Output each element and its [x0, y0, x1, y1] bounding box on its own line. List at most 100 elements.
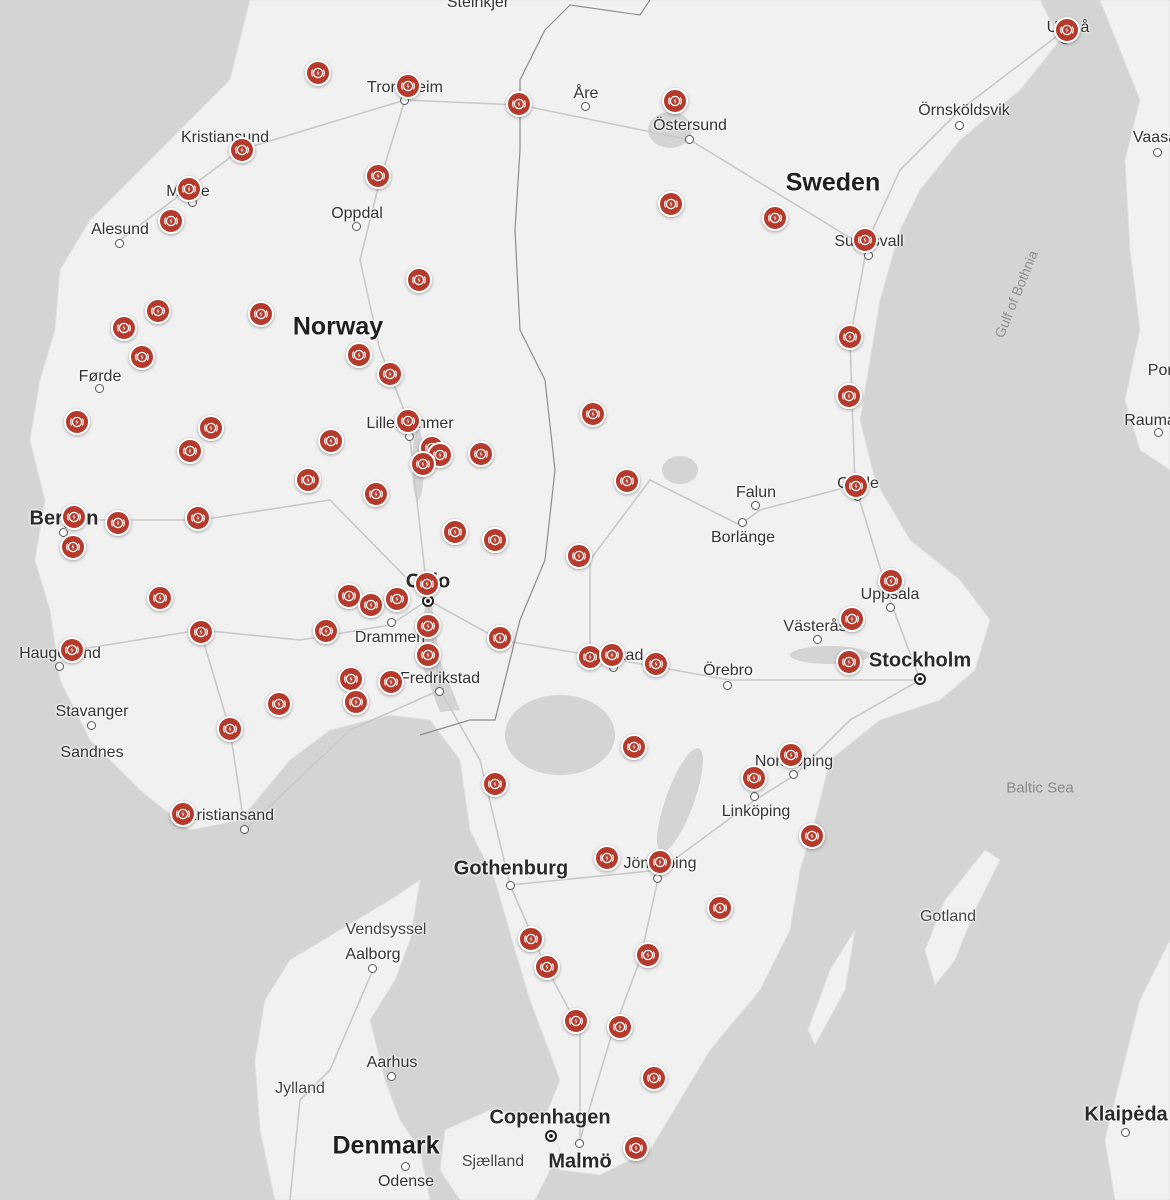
- charger-marker[interactable]: [641, 1065, 667, 1091]
- charger-marker[interactable]: [305, 60, 331, 86]
- charger-marker[interactable]: [643, 651, 669, 677]
- charger-marker[interactable]: [358, 592, 384, 618]
- charger-marker[interactable]: [852, 227, 878, 253]
- charger-marker[interactable]: [621, 734, 647, 760]
- charger-marker[interactable]: [415, 613, 441, 639]
- charger-marker[interactable]: [363, 481, 389, 507]
- city-dot-odense: [401, 1162, 410, 1171]
- city-dot-borlange: [738, 518, 747, 527]
- supercharger-icon: [252, 305, 270, 323]
- charger-marker[interactable]: [647, 849, 673, 875]
- supercharger-icon: [63, 641, 81, 659]
- charger-marker[interactable]: [580, 401, 606, 427]
- charger-marker[interactable]: [741, 765, 767, 791]
- charger-marker[interactable]: [176, 176, 202, 202]
- charger-marker[interactable]: [365, 163, 391, 189]
- charger-marker[interactable]: [188, 619, 214, 645]
- charger-marker[interactable]: [229, 137, 255, 163]
- charger-marker[interactable]: [395, 408, 421, 434]
- charger-marker[interactable]: [534, 954, 560, 980]
- map-view[interactable]: SteinkjerTrondheimÅreÖstersundUmeåÖrnskö…: [0, 0, 1170, 1200]
- charger-marker[interactable]: [1054, 17, 1080, 43]
- charger-marker[interactable]: [60, 534, 86, 560]
- charger-marker[interactable]: [614, 468, 640, 494]
- charger-marker[interactable]: [778, 742, 804, 768]
- charger-marker[interactable]: [442, 519, 468, 545]
- charger-marker[interactable]: [406, 267, 432, 293]
- charger-marker[interactable]: [338, 666, 364, 692]
- charger-marker[interactable]: [843, 473, 869, 499]
- city-dot-haugesund: [55, 662, 64, 671]
- charger-marker[interactable]: [129, 344, 155, 370]
- charger-marker[interactable]: [295, 467, 321, 493]
- charger-marker[interactable]: [248, 301, 274, 327]
- charger-marker[interactable]: [635, 942, 661, 968]
- charger-marker[interactable]: [147, 585, 173, 611]
- charger-marker[interactable]: [378, 669, 404, 695]
- charger-marker[interactable]: [482, 527, 508, 553]
- charger-marker[interactable]: [482, 771, 508, 797]
- supercharger-icon: [782, 746, 800, 764]
- supercharger-icon: [584, 405, 602, 423]
- city-dot-klaipeda: [1121, 1128, 1130, 1137]
- charger-marker[interactable]: [506, 91, 532, 117]
- supercharger-icon: [522, 930, 540, 948]
- charger-marker[interactable]: [563, 1008, 589, 1034]
- supercharger-icon: [486, 775, 504, 793]
- charger-marker[interactable]: [410, 451, 436, 477]
- charger-marker[interactable]: [799, 823, 825, 849]
- charger-marker[interactable]: [346, 342, 372, 368]
- charger-marker[interactable]: [105, 510, 131, 536]
- charger-marker[interactable]: [64, 409, 90, 435]
- charger-marker[interactable]: [837, 324, 863, 350]
- supercharger-icon: [567, 1012, 585, 1030]
- charger-marker[interactable]: [414, 571, 440, 597]
- charger-marker[interactable]: [318, 428, 344, 454]
- charger-marker[interactable]: [59, 637, 85, 663]
- charger-marker[interactable]: [707, 895, 733, 921]
- charger-marker[interactable]: [415, 642, 441, 668]
- city-dot-copenhagen: [545, 1130, 557, 1142]
- charger-marker[interactable]: [658, 191, 684, 217]
- charger-marker[interactable]: [185, 505, 211, 531]
- supercharger-icon: [162, 212, 180, 230]
- city-dot-vaasa: [1153, 148, 1162, 157]
- supercharger-icon: [645, 1069, 663, 1087]
- charger-marker[interactable]: [198, 415, 224, 441]
- charger-marker[interactable]: [217, 716, 243, 742]
- charger-marker[interactable]: [145, 298, 171, 324]
- charger-marker[interactable]: [313, 618, 339, 644]
- city-dot-uppsala: [886, 603, 895, 612]
- charger-marker[interactable]: [594, 845, 620, 871]
- charger-marker[interactable]: [395, 73, 421, 99]
- supercharger-icon: [362, 596, 380, 614]
- charger-marker[interactable]: [487, 625, 513, 651]
- charger-marker[interactable]: [170, 801, 196, 827]
- supercharger-icon: [151, 589, 169, 607]
- charger-marker[interactable]: [599, 642, 625, 668]
- charger-marker[interactable]: [468, 441, 494, 467]
- supercharger-icon: [1058, 21, 1076, 39]
- charger-marker[interactable]: [111, 315, 137, 341]
- supercharger-icon: [322, 432, 340, 450]
- charger-marker[interactable]: [878, 568, 904, 594]
- charger-marker[interactable]: [662, 88, 688, 114]
- supercharger-icon: [472, 445, 490, 463]
- charger-marker[interactable]: [762, 205, 788, 231]
- charger-marker[interactable]: [836, 383, 862, 409]
- charger-marker[interactable]: [343, 689, 369, 715]
- charger-marker[interactable]: [377, 361, 403, 387]
- charger-marker[interactable]: [566, 543, 592, 569]
- charger-marker[interactable]: [623, 1135, 649, 1161]
- charger-marker[interactable]: [607, 1014, 633, 1040]
- charger-marker[interactable]: [518, 926, 544, 952]
- supercharger-icon: [221, 720, 239, 738]
- charger-marker[interactable]: [266, 691, 292, 717]
- charger-marker[interactable]: [158, 208, 184, 234]
- charger-marker[interactable]: [384, 586, 410, 612]
- charger-marker[interactable]: [836, 649, 862, 675]
- city-dot-vasteras: [813, 635, 822, 644]
- charger-marker[interactable]: [839, 606, 865, 632]
- charger-marker[interactable]: [177, 438, 203, 464]
- charger-marker[interactable]: [61, 504, 87, 530]
